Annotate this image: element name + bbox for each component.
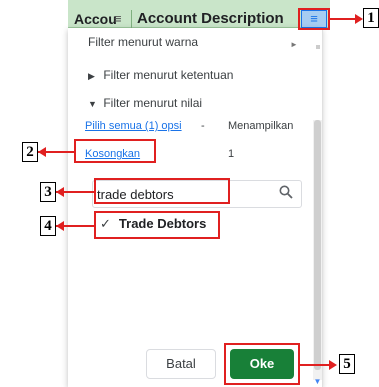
cancel-button[interactable]: Batal [146, 349, 216, 379]
menu-filter-by-value-label: Filter menurut nilai [103, 96, 203, 110]
showing-count: 1 [228, 148, 235, 160]
menu-filter-by-color-label: Filter menurut warna [88, 35, 199, 49]
column-header-description-label: Account Description [137, 10, 284, 27]
filter-icon[interactable]: ≡ [114, 11, 122, 26]
annotation-number-1: 1 [363, 8, 379, 28]
menu-filter-by-condition[interactable]: ▶ Filter menurut ketentuan [88, 68, 233, 82]
grid-line [322, 28, 323, 387]
annotation-number-4: 4 [40, 216, 56, 236]
menu-filter-by-value[interactable]: ▼ Filter menurut nilai [88, 96, 202, 110]
annotation-arrowhead-4 [56, 221, 64, 231]
scroll-down-arrow-icon[interactable]: ▼ [313, 377, 322, 387]
annotation-number-5: 5 [339, 354, 355, 374]
column-separator [131, 10, 132, 28]
annotation-arrow-1 [330, 18, 358, 20]
expanded-arrow-icon: ▼ [88, 99, 97, 109]
annotation-number-3: 3 [40, 182, 56, 202]
annotation-box-3 [94, 178, 230, 204]
submenu-arrow-icon: ► [290, 40, 298, 49]
annotation-arrowhead-2 [38, 147, 46, 157]
column-header-account[interactable]: Accou ≡ [68, 10, 130, 28]
annotation-box-2 [74, 139, 156, 163]
showing-label: Menampilkan [228, 120, 294, 132]
menu-filter-by-condition-label: Filter menurut ketentuan [103, 68, 234, 82]
annotation-arrow-5 [300, 364, 332, 366]
scroll-indicator [316, 45, 320, 49]
collapsed-arrow-icon: ▶ [88, 71, 95, 81]
annotation-arrowhead-3 [56, 187, 64, 197]
annotation-box-1 [298, 8, 330, 30]
panel-scrollbar[interactable] [313, 120, 322, 380]
scrollbar-thumb[interactable] [314, 120, 321, 370]
select-all-link[interactable]: Pilih semua (1) opsi [85, 120, 182, 132]
select-all-dash: - [201, 120, 205, 132]
annotation-arrowhead-5 [329, 360, 337, 370]
menu-filter-by-color[interactable]: Filter menurut warna [88, 35, 198, 49]
column-header-account-label: Accou [74, 11, 117, 27]
annotation-number-2: 2 [22, 142, 38, 162]
annotation-arrowhead-1 [355, 14, 363, 24]
column-header-account-description[interactable]: Account Description [133, 10, 323, 28]
sheet-background-left [0, 28, 68, 387]
annotation-box-5 [224, 343, 300, 385]
filter-panel: Filter menurut warna ► ▶ Filter menurut … [68, 28, 322, 387]
search-icon[interactable] [279, 185, 293, 199]
annotation-box-4 [94, 211, 220, 239]
sheet-background-right [330, 0, 379, 387]
